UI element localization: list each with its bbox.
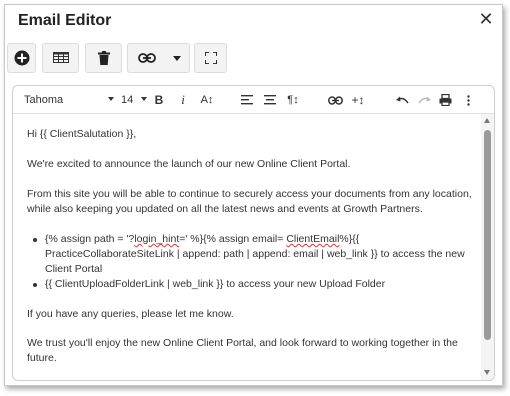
link-dropdown-button[interactable] — [127, 43, 190, 73]
paragraph-format-button[interactable]: ¶↕ — [284, 91, 302, 109]
insert-button[interactable]: +↕ — [349, 91, 367, 109]
chevron-down-icon — [173, 55, 181, 61]
font-size-tool-button[interactable]: A↕ — [197, 91, 217, 109]
list-item: {{ ClientUploadFolderLink | web_link }} … — [27, 277, 477, 292]
scroll-up-arrow-icon[interactable] — [484, 118, 490, 123]
font-size-select[interactable]: 14 — [121, 91, 151, 109]
scrollbar-thumb[interactable] — [484, 130, 491, 340]
paragraph-4: We trust you'll enjoy the new Online Cli… — [27, 337, 458, 364]
paragraph-2: From this site you will be able to conti… — [27, 188, 472, 215]
title-bar: Email Editor ✕ — [5, 5, 502, 35]
align-left-icon — [241, 95, 253, 105]
align-center-icon — [264, 95, 276, 105]
font-family-select[interactable]: Tahoma — [24, 91, 114, 109]
bold-button[interactable]: B — [152, 91, 166, 109]
add-button[interactable] — [7, 43, 36, 73]
greeting-text: Hi {{ ClientSalutation }}, — [27, 128, 137, 140]
email-editor-dialog: Email Editor ✕ Tahoma 14 B i A↕ ¶↕ +↕ Hi… — [4, 4, 503, 386]
print-icon — [439, 94, 451, 106]
rich-text-editor: Tahoma 14 B i A↕ ¶↕ +↕ Hi {{ClientSalut… — [12, 85, 495, 381]
editor-content[interactable]: Hi {{ ClientSalutation }}, We're excited… — [13, 114, 483, 380]
italic-button[interactable]: i — [176, 91, 190, 109]
align-center-button[interactable] — [262, 91, 278, 109]
paragraph-1: We're excited to announce the launch of … — [27, 158, 351, 170]
scroll-down-arrow-icon[interactable] — [484, 370, 490, 375]
insert-table-button[interactable] — [42, 43, 79, 73]
trash-icon — [97, 51, 110, 65]
list-item: {% assign path = '?login_hint=' %}{% ass… — [27, 232, 477, 277]
print-button[interactable] — [437, 91, 453, 109]
plus-circle-icon — [14, 50, 29, 66]
format-toolbar: Tahoma 14 B i A↕ ¶↕ +↕ — [13, 86, 494, 114]
vertical-scrollbar[interactable] — [481, 114, 494, 380]
delete-button[interactable] — [85, 43, 122, 73]
align-left-button[interactable] — [239, 91, 255, 109]
paragraph-3: If you have any queries, please let me k… — [27, 308, 234, 320]
link-icon — [138, 53, 156, 63]
undo-button[interactable] — [394, 91, 410, 109]
fullscreen-button[interactable] — [194, 43, 227, 73]
redo-icon — [417, 96, 431, 103]
link-icon — [327, 95, 343, 105]
dialog-title: Email Editor — [18, 12, 112, 29]
font-family-value: Tahoma — [24, 94, 64, 106]
redo-button[interactable] — [416, 91, 432, 109]
main-toolbar — [5, 43, 502, 75]
font-size-value: 14 — [121, 94, 134, 106]
more-options-button[interactable] — [462, 91, 474, 109]
chevron-down-icon — [141, 97, 147, 101]
table-icon — [52, 52, 69, 63]
fullscreen-icon — [204, 52, 217, 64]
chevron-down-icon — [108, 97, 114, 101]
close-icon[interactable]: ✕ — [476, 8, 496, 30]
undo-icon — [395, 96, 409, 103]
insert-link-button[interactable] — [326, 91, 344, 109]
more-vertical-icon — [466, 94, 470, 106]
bullet-list: {% assign path = '?login_hint=' %}{% ass… — [27, 232, 477, 292]
